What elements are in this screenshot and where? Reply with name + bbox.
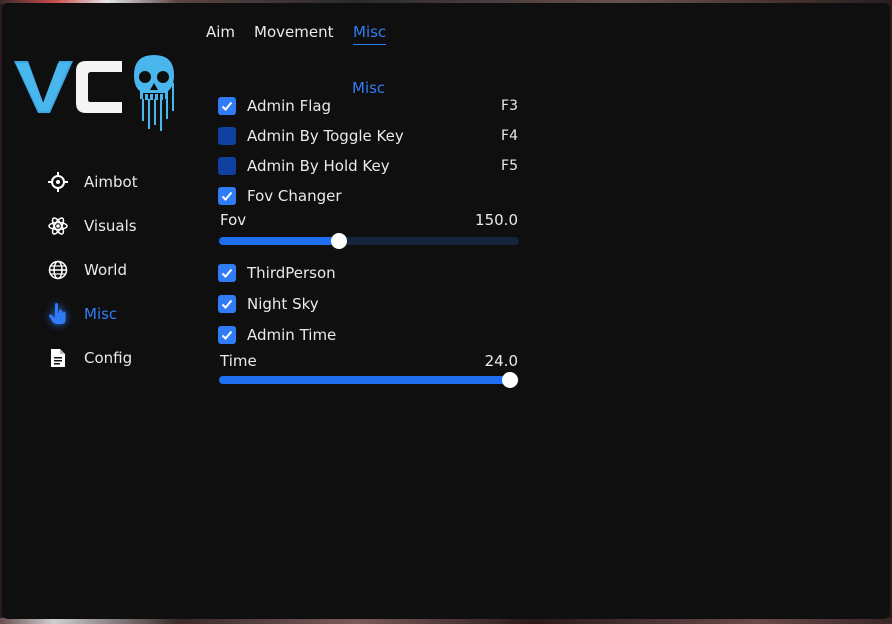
keybind-button[interactable]: F3 xyxy=(488,98,518,114)
pointer-hand-icon xyxy=(46,302,70,326)
checkmark-icon xyxy=(221,330,233,340)
admin-flag-checkbox[interactable] xyxy=(218,97,236,115)
tab-aim[interactable]: Aim xyxy=(206,23,235,44)
option-admin-time: Admin Time xyxy=(218,324,518,346)
document-icon xyxy=(46,346,70,370)
option-label: Night Sky xyxy=(247,295,319,313)
option-label: Admin Flag xyxy=(247,97,332,115)
sidebar-item-label: Visuals xyxy=(84,217,137,235)
admin-time-checkbox[interactable] xyxy=(218,326,236,344)
checkmark-icon xyxy=(221,299,233,309)
option-label: Admin By Hold Key xyxy=(247,157,390,175)
option-admin-toggle-key: Admin By Toggle Key F4 xyxy=(218,125,518,147)
slider-value: 150.0 xyxy=(475,211,518,229)
option-label: Fov Changer xyxy=(247,187,342,205)
slider-value: 24.0 xyxy=(484,352,518,370)
keybind-button[interactable]: F5 xyxy=(488,158,518,174)
sidebar-item-label: World xyxy=(84,261,127,279)
fov-slider-header: Fov 150.0 xyxy=(220,211,518,229)
slider-label: Fov xyxy=(220,211,247,229)
option-admin-hold-key: Admin By Hold Key F5 xyxy=(218,155,518,177)
slider-thumb[interactable] xyxy=(331,233,347,249)
sidebar-item-config[interactable]: Config xyxy=(46,344,132,372)
night-sky-checkbox[interactable] xyxy=(218,295,236,313)
option-admin-flag: Admin Flag F3 xyxy=(218,95,518,117)
keybind-button[interactable]: F4 xyxy=(488,128,518,144)
sidebar-item-label: Misc xyxy=(84,305,118,323)
option-label: Admin By Toggle Key xyxy=(247,127,404,145)
option-label: Admin Time xyxy=(247,326,337,344)
sidebar-item-misc[interactable]: Misc xyxy=(46,300,117,328)
fov-changer-checkbox[interactable] xyxy=(218,187,236,205)
fov-slider[interactable] xyxy=(219,233,519,249)
admin-toggle-key-checkbox[interactable] xyxy=(218,127,236,145)
option-thirdperson: ThirdPerson xyxy=(218,262,518,284)
option-night-sky: Night Sky xyxy=(218,293,518,315)
sidebar-item-aimbot[interactable]: Aimbot xyxy=(46,168,138,196)
skull-icon xyxy=(134,55,174,131)
option-fov-changer: Fov Changer xyxy=(218,185,518,207)
thirdperson-checkbox[interactable] xyxy=(218,264,236,282)
slider-fill xyxy=(219,237,339,245)
vc-skull-logo xyxy=(14,55,174,131)
cheat-menu-window: Aimbot Visuals World Misc Config Aim Mov… xyxy=(2,3,890,619)
slider-label: Time xyxy=(220,352,257,370)
checkmark-icon xyxy=(221,101,233,111)
sidebar-item-label: Aimbot xyxy=(84,173,138,191)
checkmark-icon xyxy=(221,268,233,278)
slider-fill xyxy=(219,376,510,384)
sidebar-item-label: Config xyxy=(84,349,133,367)
globe-icon xyxy=(46,258,70,282)
sidebar-item-world[interactable]: World xyxy=(46,256,127,284)
time-slider-header: Time 24.0 xyxy=(220,352,518,370)
sidebar-item-visuals[interactable]: Visuals xyxy=(46,212,137,240)
checkmark-icon xyxy=(221,191,233,201)
admin-hold-key-checkbox[interactable] xyxy=(218,157,236,175)
option-label: ThirdPerson xyxy=(247,264,336,282)
slider-thumb[interactable] xyxy=(502,372,518,388)
time-slider[interactable] xyxy=(219,372,519,388)
tab-movement[interactable]: Movement xyxy=(254,23,333,44)
crosshair-icon xyxy=(46,170,70,194)
atom-icon xyxy=(46,214,70,238)
tab-misc[interactable]: Misc xyxy=(353,23,387,45)
